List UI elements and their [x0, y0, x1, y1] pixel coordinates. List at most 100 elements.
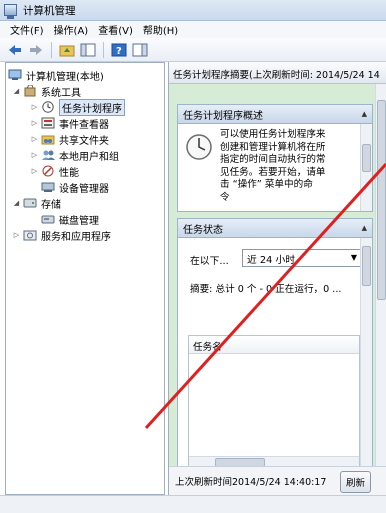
tools-icon [23, 84, 37, 97]
task-status-section: 任务状态 ▲ 在以下... 近 24 小时 ▼ 摘要: 总计 0 个 - 0 正… [177, 218, 373, 468]
tree-label-services: 服务和应用程序 [41, 231, 111, 243]
computer-management-icon [4, 4, 17, 19]
summary-footer: 上次刷新时间2014/5/24 14:40:17 刷新 [169, 466, 386, 495]
action-pane-icon [132, 43, 148, 56]
shared-folder-icon [41, 133, 55, 145]
svg-text:?: ? [116, 46, 122, 57]
folder-up-icon [59, 45, 75, 56]
refresh-button[interactable]: 刷新 [339, 471, 371, 493]
tree-item-local-users[interactable]: ▷ 本地用户和组 [30, 147, 119, 163]
overview-text: 可以使用任务计划程序来 创建和管理计算机将在所 指定的时间自动执行的常 见任务。… [220, 129, 360, 204]
tree-item-disk-management[interactable]: 磁盘管理 [41, 211, 99, 227]
collapsed-arrow-icon[interactable]: ▷ [30, 119, 39, 127]
users-icon [41, 149, 55, 161]
tree-item-device-manager[interactable]: 设备管理器 [41, 179, 109, 195]
forward-button[interactable] [27, 41, 45, 59]
tree-label-local-users: 本地用户和组 [59, 151, 119, 163]
expanded-arrow-icon[interactable]: ◢ [12, 199, 21, 207]
tree-item-system-tools[interactable]: ◢ 系统工具 [12, 83, 81, 99]
summary-header: 任务计划程序摘要(上次刷新时间: 2014/5/24 14 [169, 62, 386, 84]
time-range-label: 在以下... [190, 256, 229, 267]
status-bar [0, 495, 386, 513]
overview-section: 任务计划程序概述 ▲ 可以使用任务计划程序来 创建和管理计算机将在所 指定的时间… [177, 104, 373, 212]
window-title: 计算机管理 [23, 4, 76, 17]
time-range-select[interactable]: 近 24 小时 ▼ [242, 249, 362, 267]
menu-action[interactable]: 操作(A) [54, 22, 89, 37]
menu-view[interactable]: 查看(V) [98, 22, 133, 37]
tree-item-performance[interactable]: ▷ 性能 [30, 163, 79, 179]
summary-scroll-thumb[interactable] [377, 100, 386, 300]
computer-icon [8, 69, 22, 81]
show-hide-tree-button[interactable] [79, 41, 97, 59]
details-pane: 任务计划程序摘要(上次刷新时间: 2014/5/24 14 任务计划程序概述 ▲… [168, 62, 386, 495]
title-bar: 计算机管理 [0, 0, 386, 21]
collapsed-arrow-icon[interactable]: ▷ [30, 103, 39, 111]
tree-item-root[interactable]: 计算机管理(本地) [8, 67, 104, 83]
overview-line: 创建和管理计算机将在所 [220, 141, 326, 153]
tree-item-shared-folders[interactable]: ▷ 共享文件夹 [30, 131, 109, 147]
tree-label-task-scheduler: 任务计划程序 [59, 98, 125, 116]
task-list-table[interactable]: 任务名 [188, 335, 360, 467]
tree-label-shared-folders: 共享文件夹 [59, 135, 109, 147]
overview-scroll-thumb[interactable] [362, 144, 371, 172]
show-action-pane-button[interactable] [131, 41, 149, 59]
last-refresh-text: 上次刷新时间2014/5/24 14:40:17 [175, 477, 327, 488]
storage-icon [23, 197, 37, 209]
device-manager-icon [41, 181, 55, 193]
clock-icon [41, 101, 55, 113]
dropdown-arrow-icon: ▼ [350, 253, 357, 262]
back-arrow-icon [9, 44, 21, 55]
time-range-value: 近 24 小时 [247, 255, 296, 266]
overview-line: 击 “操作” 菜单中的命 [220, 179, 313, 190]
navigation-tree: 计算机管理(本地) ◢ 系统工具 ▷ 任务计划程序 ▷ 事件查看器 ▷ 共享文件… [5, 62, 165, 495]
help-button[interactable]: ? [110, 41, 128, 59]
collapsed-arrow-icon[interactable]: ▷ [30, 135, 39, 143]
tree-item-services[interactable]: ▷ 服务和应用程序 [12, 227, 111, 243]
collapse-icon[interactable]: ▲ [362, 110, 367, 118]
task-status-scrollbar[interactable] [360, 238, 372, 467]
overview-scrollbar[interactable] [360, 124, 372, 211]
menu-file[interactable]: 文件(F) [10, 22, 44, 37]
back-button[interactable] [6, 41, 24, 59]
clock-large-icon [186, 134, 212, 160]
overview-section-header[interactable]: 任务计划程序概述 ▲ [178, 105, 372, 124]
menu-help[interactable]: 帮助(H) [143, 22, 178, 37]
disk-icon [41, 213, 55, 225]
collapsed-arrow-icon[interactable]: ▷ [30, 151, 39, 159]
overview-section-title: 任务计划程序概述 [183, 110, 263, 122]
up-folder-button[interactable] [58, 41, 76, 59]
event-log-icon [41, 117, 55, 129]
tree-label-disk-management: 磁盘管理 [59, 215, 99, 227]
tree-label-performance: 性能 [59, 167, 79, 179]
tree-label-system-tools: 系统工具 [41, 87, 81, 99]
collapse-icon[interactable]: ▲ [362, 224, 367, 232]
tree-item-task-scheduler[interactable]: ▷ 任务计划程序 [30, 98, 125, 116]
toolbar: ? [0, 38, 386, 62]
menu-bar: 文件(F) 操作(A) 查看(V) 帮助(H) [0, 21, 386, 38]
task-name-column-header[interactable]: 任务名 [189, 336, 359, 354]
collapsed-arrow-icon[interactable]: ▷ [30, 167, 39, 175]
overview-line: 见任务。若要开始，请单 [220, 166, 326, 178]
toolbar-separator [51, 41, 52, 58]
tree-item-storage[interactable]: ◢ 存储 [12, 195, 61, 211]
overview-line: 指定的时间自动执行的常 [220, 154, 326, 165]
services-icon [23, 229, 37, 241]
task-summary-text: 摘要: 总计 0 个 - 0 正在运行，0 ... [190, 284, 342, 295]
help-icon: ? [111, 43, 127, 57]
overview-line: 可以使用任务计划程序来 [220, 129, 326, 140]
collapsed-arrow-icon[interactable]: ▷ [12, 231, 21, 239]
summary-scrollbar[interactable] [375, 84, 386, 466]
overview-line: 令 [220, 191, 230, 203]
task-status-scroll-thumb[interactable] [362, 246, 371, 286]
task-status-section-header[interactable]: 任务状态 ▲ [178, 219, 372, 238]
console-tree-icon [80, 43, 96, 56]
expanded-arrow-icon[interactable]: ◢ [12, 87, 21, 95]
tree-label-root: 计算机管理(本地) [26, 71, 104, 83]
tree-item-event-viewer[interactable]: ▷ 事件查看器 [30, 115, 109, 131]
performance-icon [41, 165, 55, 177]
tree-label-storage: 存储 [41, 199, 61, 211]
summary-body: 任务计划程序概述 ▲ 可以使用任务计划程序来 创建和管理计算机将在所 指定的时间… [169, 84, 386, 468]
tree-label-device-manager: 设备管理器 [59, 183, 109, 195]
task-status-section-title: 任务状态 [183, 224, 223, 236]
tree-label-event-viewer: 事件查看器 [59, 119, 109, 131]
